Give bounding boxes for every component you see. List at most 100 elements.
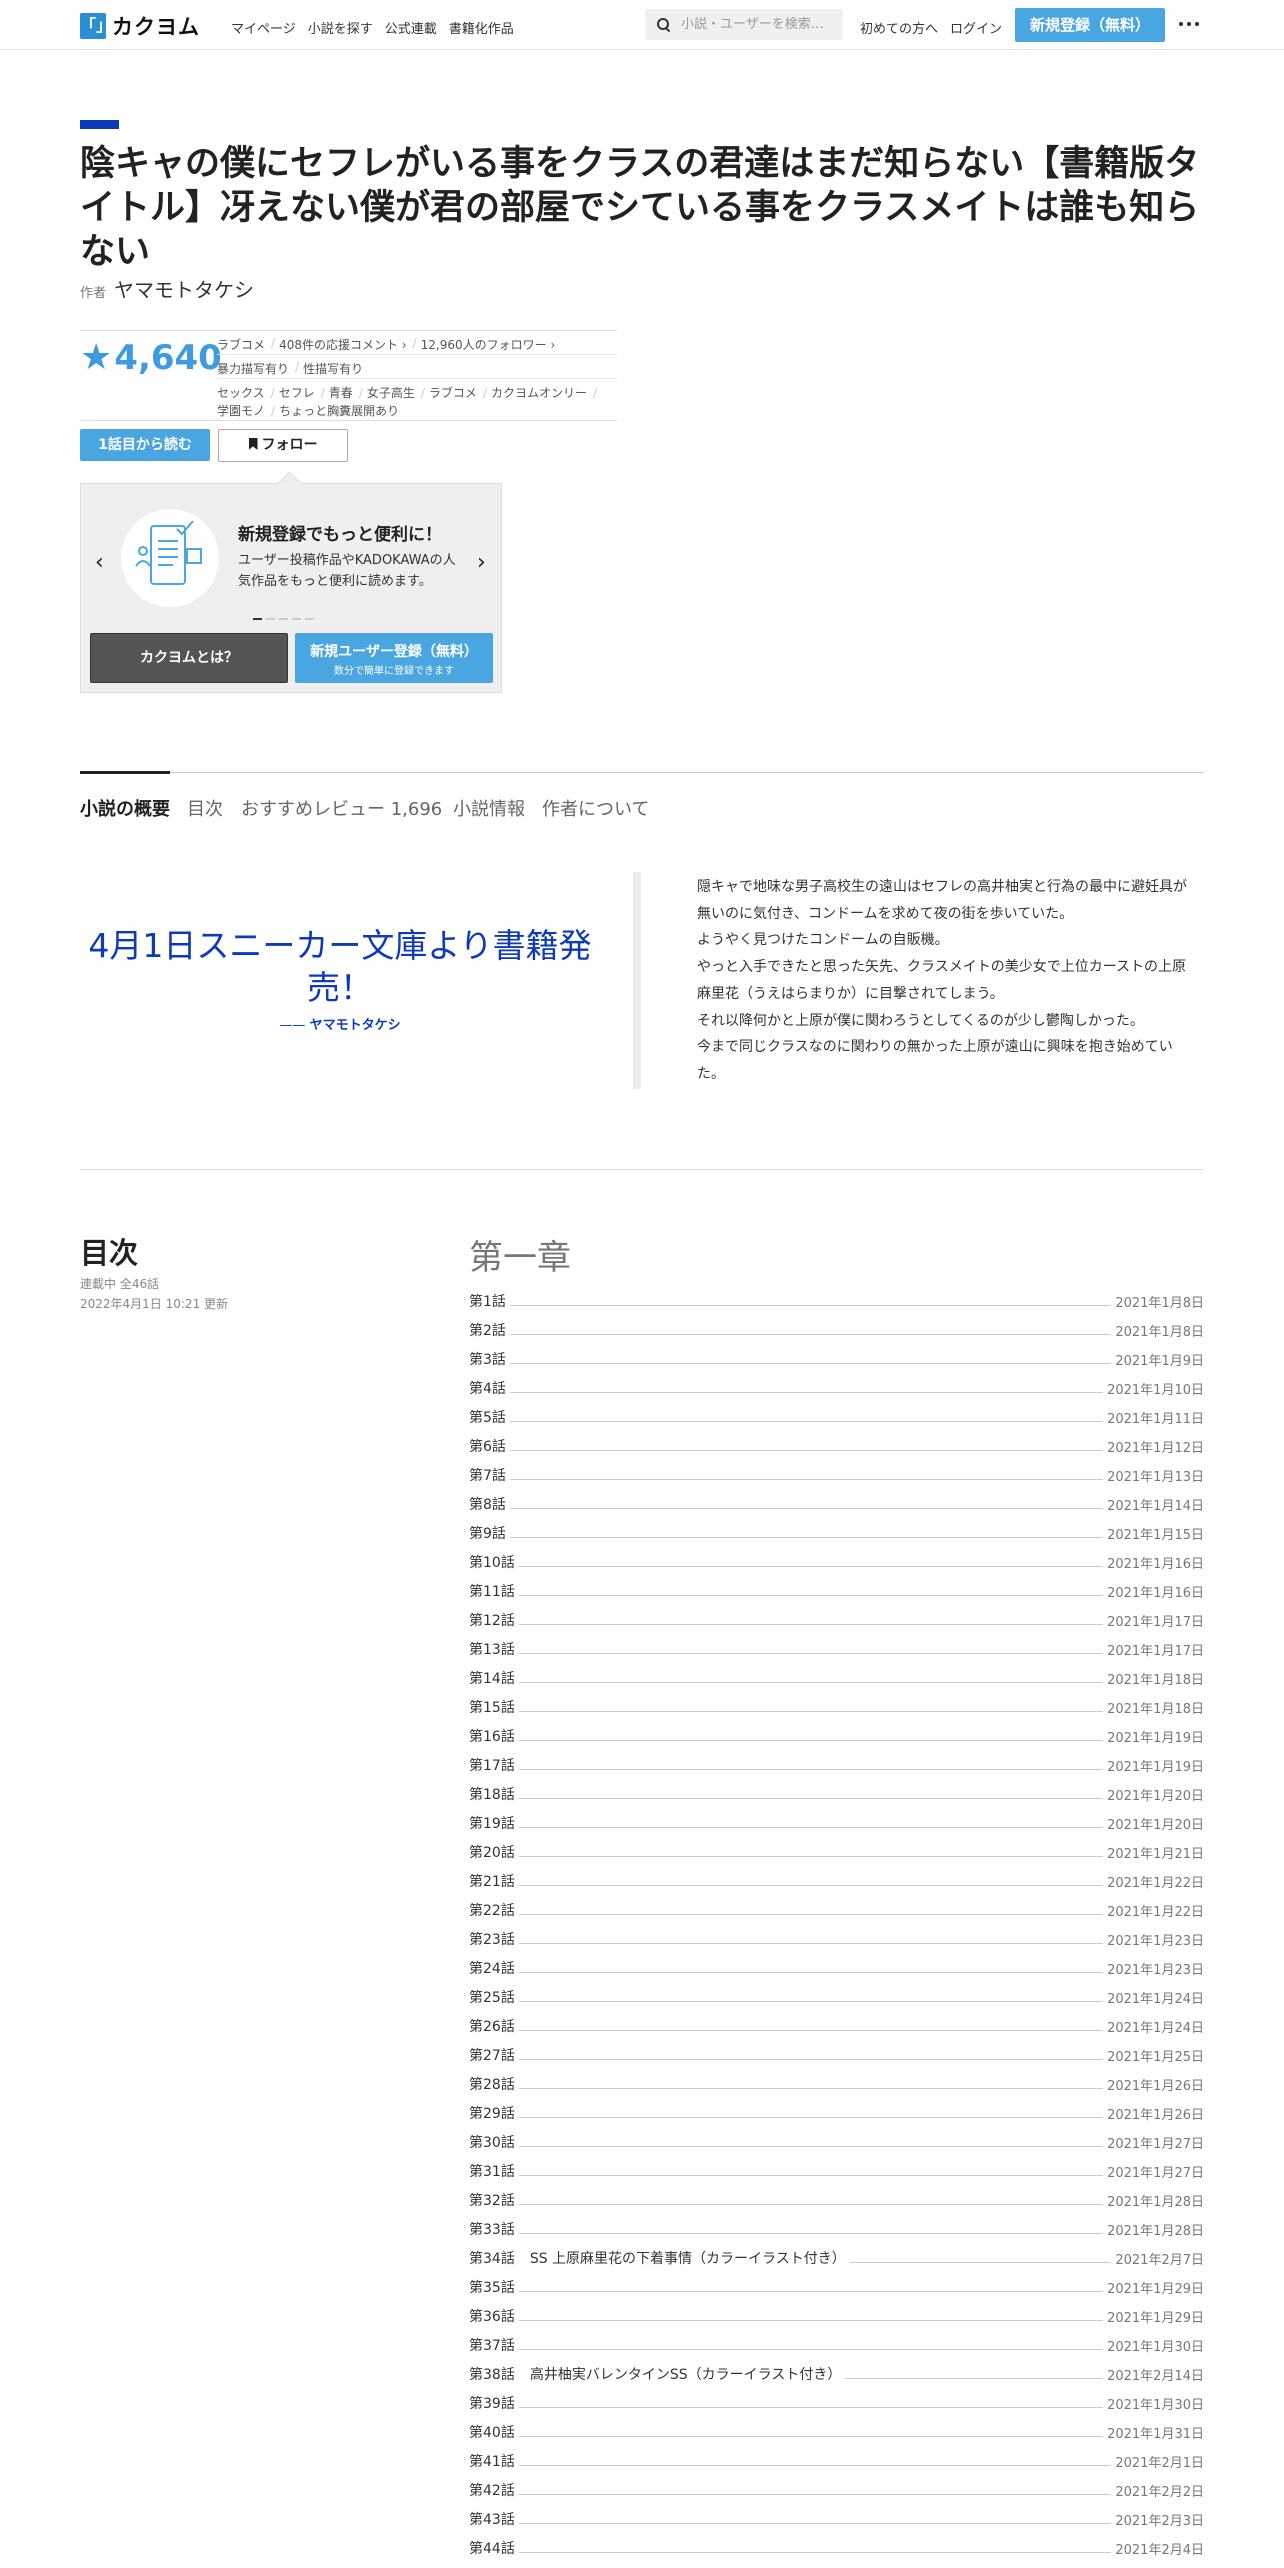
- toc-status: 連載中 全46話: [80, 1277, 160, 1291]
- episode-item[interactable]: 第41話 2021年2月1日: [469, 2446, 1204, 2475]
- episode-item[interactable]: 第33話 2021年1月28日: [469, 2214, 1204, 2243]
- tag-item[interactable]: ちょっと胸糞展開あり: [279, 402, 399, 420]
- tag-item[interactable]: セフレ: [279, 384, 315, 402]
- follow-button[interactable]: フォロー: [218, 429, 348, 462]
- chevron-left-icon[interactable]: ‹: [95, 550, 104, 575]
- episode-item[interactable]: 第16話 2021年1月19日: [469, 1721, 1204, 1750]
- nav-search-novels[interactable]: 小説を探す: [308, 18, 373, 37]
- episode-number: 第19話: [469, 1816, 515, 1832]
- episode-item[interactable]: 第17話 2021年1月19日: [469, 1750, 1204, 1779]
- tab-overview[interactable]: 小説の概要: [80, 795, 170, 821]
- episode-item[interactable]: 第34話 SS 上原麻里花の下着事情（カラーイラスト付き） 2021年2月7日: [469, 2243, 1204, 2272]
- followers-link[interactable]: 12,960人のフォロワー ›: [421, 336, 556, 354]
- episode-item[interactable]: 第10話 2021年1月16日: [469, 1547, 1204, 1576]
- episode-item[interactable]: 第1話 2021年1月8日: [469, 1286, 1204, 1315]
- episode-item[interactable]: 第13話 2021年1月17日: [469, 1634, 1204, 1663]
- episode-item[interactable]: 第28話 2021年1月26日: [469, 2069, 1204, 2098]
- comments-count: 408件の応援コメント: [279, 338, 398, 352]
- first-time-link[interactable]: 初めての方へ: [860, 18, 938, 37]
- register-button[interactable]: 新規登録（無料）: [1015, 8, 1165, 42]
- tab-toc[interactable]: 目次: [187, 795, 223, 821]
- episode-item[interactable]: 第21話 2021年1月22日: [469, 1866, 1204, 1895]
- episode-item[interactable]: 第18話 2021年1月20日: [469, 1779, 1204, 1808]
- login-link[interactable]: ログイン: [950, 18, 1002, 37]
- episode-item[interactable]: 第26話 2021年1月24日: [469, 2011, 1204, 2040]
- episode-item[interactable]: 第43話 2021年2月3日: [469, 2504, 1204, 2533]
- carousel-dots[interactable]: [253, 618, 314, 620]
- intro-paragraph: 隠キャで地味な男子高校生の遠山はセフレの高井柚実と行為の最中に避妊具が無いのに気…: [697, 879, 1187, 922]
- episode-item[interactable]: 第30話 2021年1月27日: [469, 2127, 1204, 2156]
- work-tabs: 小説の概要 目次 おすすめレビュー 1,696 小説情報 作者について: [80, 771, 1204, 822]
- tag-item[interactable]: セックス: [217, 384, 265, 402]
- episode-item[interactable]: 第12話 2021年1月17日: [469, 1605, 1204, 1634]
- chevron-right-icon[interactable]: ›: [477, 550, 486, 575]
- more-menu-icon[interactable]: [1177, 16, 1201, 32]
- genre-link[interactable]: ラブコメ: [217, 336, 265, 354]
- episode-item[interactable]: 第2話 2021年1月8日: [469, 1315, 1204, 1344]
- register-user-button[interactable]: 新規ユーザー登録（無料） 数分で簡単に登録できます: [295, 633, 493, 683]
- episode-item[interactable]: 第3話 2021年1月9日: [469, 1344, 1204, 1373]
- tag-item[interactable]: ラブコメ: [429, 384, 477, 402]
- episode-item[interactable]: 第38話 高井柚実バレンタインSS（カラーイラスト付き） 2021年2月14日: [469, 2359, 1204, 2388]
- episode-item[interactable]: 第27話 2021年1月25日: [469, 2040, 1204, 2069]
- episode-item[interactable]: 第5話 2021年1月11日: [469, 1402, 1204, 1431]
- episode-item[interactable]: 第39話 2021年1月30日: [469, 2388, 1204, 2417]
- episode-item[interactable]: 第22話 2021年1月22日: [469, 1895, 1204, 1924]
- episode-item[interactable]: 第20話 2021年1月21日: [469, 1837, 1204, 1866]
- episode-date: 2021年1月16日: [1107, 1586, 1204, 1601]
- episode-item[interactable]: 第37話 2021年1月30日: [469, 2330, 1204, 2359]
- episode-date: 2021年1月8日: [1115, 1325, 1204, 1340]
- episode-number: 第21話: [469, 1874, 515, 1890]
- tag-item[interactable]: 青春: [329, 384, 353, 402]
- episode-item[interactable]: 第35話 2021年1月29日: [469, 2272, 1204, 2301]
- warning-sexual: 性描写有り: [303, 362, 364, 376]
- episode-item[interactable]: 第6話 2021年1月12日: [469, 1431, 1204, 1460]
- episode-number: 第6話: [469, 1439, 506, 1455]
- nav-official[interactable]: 公式連載: [385, 18, 437, 37]
- episode-leader-line: [518, 2465, 1112, 2466]
- about-kakuyomu-button[interactable]: カクヨムとは？: [90, 633, 288, 683]
- episode-item[interactable]: 第31話 2021年1月27日: [469, 2156, 1204, 2185]
- episode-item[interactable]: 第32話 2021年1月28日: [469, 2185, 1204, 2214]
- tag-item[interactable]: カクヨムオンリー: [491, 384, 587, 402]
- episode-item[interactable]: 第19話 2021年1月20日: [469, 1808, 1204, 1837]
- site-logo[interactable]: 「」 カクヨム: [80, 11, 200, 41]
- episode-item[interactable]: 第36話 2021年1月29日: [469, 2301, 1204, 2330]
- episode-item[interactable]: 第11話 2021年1月16日: [469, 1576, 1204, 1605]
- episode-item[interactable]: 第14話 2021年1月18日: [469, 1663, 1204, 1692]
- episode-leader-line: [518, 1769, 1104, 1770]
- episode-item[interactable]: 第15話 2021年1月18日: [469, 1692, 1204, 1721]
- tab-author[interactable]: 作者について: [542, 795, 649, 821]
- comments-link[interactable]: 408件の応援コメント ›: [279, 336, 407, 354]
- episode-item[interactable]: 第29話 2021年1月26日: [469, 2098, 1204, 2127]
- tab-info[interactable]: 小説情報: [453, 795, 525, 821]
- author-name[interactable]: ヤマモトタケシ: [114, 274, 254, 303]
- episode-number: 第24話: [469, 1961, 515, 1977]
- episode-item[interactable]: 第25話 2021年1月24日: [469, 1982, 1204, 2011]
- episode-item[interactable]: 第24話 2021年1月23日: [469, 1953, 1204, 1982]
- episode-item[interactable]: 第9話 2021年1月15日: [469, 1518, 1204, 1547]
- star-rating[interactable]: ★ 4,640: [80, 337, 222, 378]
- episode-number: 第11話: [469, 1584, 515, 1600]
- tag-item[interactable]: 学園モノ: [217, 402, 265, 420]
- episode-date: 2021年2月1日: [1115, 2456, 1204, 2471]
- episode-item[interactable]: 第44話 2021年2月4日: [469, 2533, 1204, 2562]
- search-icon[interactable]: [657, 17, 671, 32]
- episode-date: 2021年1月23日: [1107, 1963, 1204, 1978]
- episode-item[interactable]: 第4話 2021年1月10日: [469, 1373, 1204, 1402]
- tab-reviews[interactable]: おすすめレビュー 1,696: [241, 795, 442, 821]
- catchphrase-author[interactable]: ヤマモトタケシ: [80, 1014, 600, 1033]
- work-title[interactable]: 陰キャの僕にセフレがいる事をクラスの君達はまだ知らない【書籍版タイトル】冴えない…: [80, 142, 1210, 274]
- nav-books[interactable]: 書籍化作品: [449, 18, 514, 37]
- read-first-episode-button[interactable]: 1話目から読む: [80, 429, 210, 461]
- nav-mypage[interactable]: マイページ: [231, 18, 296, 37]
- episode-item[interactable]: 第42話 2021年2月2日: [469, 2475, 1204, 2504]
- episode-item[interactable]: 第23話 2021年1月23日: [469, 1924, 1204, 1953]
- episode-date: 2021年1月12日: [1107, 1441, 1204, 1456]
- episode-item[interactable]: 第7話 2021年1月13日: [469, 1460, 1204, 1489]
- tag-item[interactable]: 女子高生: [367, 384, 415, 402]
- episode-date: 2021年1月26日: [1107, 2108, 1204, 2123]
- search-input[interactable]: [681, 17, 841, 32]
- episode-item[interactable]: 第40話 2021年1月31日: [469, 2417, 1204, 2446]
- episode-item[interactable]: 第8話 2021年1月14日: [469, 1489, 1204, 1518]
